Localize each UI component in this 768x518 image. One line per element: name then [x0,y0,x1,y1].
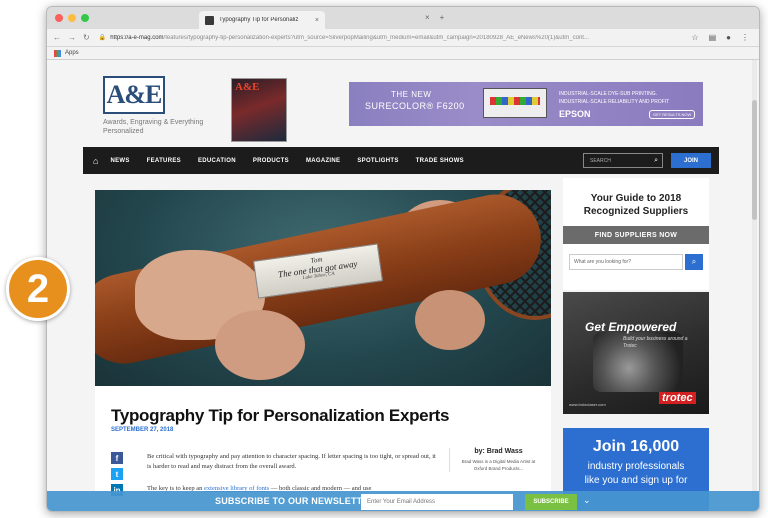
supplier-guide-line1: Your Guide to 2018 [590,193,682,204]
nav-item-trade-shows[interactable]: TRADE SHOWS [416,158,464,164]
trotec-ad[interactable]: Get Empowered Build your business around… [563,292,709,414]
address-bar[interactable]: 🔒 https://a-e-mag.com/features/typograph… [97,31,685,44]
step-number-badge: 2 [6,257,70,321]
hero-hand-bottom-right [415,290,485,350]
apps-bookmark-label[interactable]: Apps [65,50,79,56]
reload-icon[interactable]: ↻ [83,33,90,42]
supplier-guide-line2: Recognized Suppliers [583,206,689,217]
collapse-chevron-icon[interactable]: ⌄ [583,495,591,506]
join-promo-text: industry professionals like you and sign… [563,460,709,488]
article-title: Typography Tip for Personalization Exper… [111,406,450,425]
minimize-window-button[interactable] [68,14,76,22]
article-hero-image: Tom The one that got away Lake Tahoe, CA [95,190,551,386]
apps-grid-icon[interactable] [54,49,61,57]
join-promo-title: Join 16,000 [592,438,680,455]
lock-icon: 🔒 [98,35,107,41]
join-promo-line3: like you and sign up for [584,475,688,486]
magazine-cover-image[interactable]: A&E [231,78,287,142]
search-icon[interactable]: ⌕ [654,157,662,165]
tab-title: Typography Tip for Personaliz [219,17,299,23]
trotec-url: www.troteclaser.com [569,402,606,407]
printer-image [483,88,547,118]
site-logo[interactable]: A&E [103,76,165,114]
author-box: by: Brad Wass Brad Wass is a Digital Med… [449,448,539,472]
bookmark-star-icon[interactable]: ☆ [691,33,698,42]
supplier-search-input[interactable]: What are you looking for? [569,254,683,270]
epson-banner-ad[interactable]: THE NEW SURECOLOR® F6200 INDUSTRIAL-SCAL… [349,82,703,126]
newsletter-bar: SUBSCRIBE TO OUR NEWSLETTER Enter Your E… [47,491,759,511]
facebook-share-icon[interactable]: f [111,452,123,464]
browser-tab-active[interactable]: Typography Tip for Personaliz × [199,11,325,29]
nav-item-spotlights[interactable]: SPOTLIGHTS [357,158,398,164]
forward-arrow-icon[interactable]: → [68,33,76,42]
browser-window: Typography Tip for Personaliz × × + ← → … [46,6,760,512]
nav-item-products[interactable]: PRODUCTS [253,158,289,164]
screenshot-stage: Typography Tip for Personaliz × × + ← → … [0,0,768,518]
url-text: https://a-e-mag.com/features/typography-… [110,35,589,41]
ad-right-text: INDUSTRIAL-SCALE DYE-SUB PRINTING. INDUS… [559,91,670,105]
tab-search-icon[interactable]: × [425,13,430,22]
trotec-ad-title: Get Empowered [585,320,677,334]
social-share-bar: f t in [111,452,123,496]
zoom-window-button[interactable] [81,14,89,22]
newsletter-email-input[interactable]: Enter Your Email Address [361,494,513,510]
nav-item-education[interactable]: EDUCATION [198,158,236,164]
hero-hand-bottom [215,310,305,380]
browser-toolbar: ← → ↻ 🔒 https://a-e-mag.com/features/typ… [47,29,759,47]
supplier-search-icon[interactable]: ⌕ [685,254,703,270]
home-icon[interactable]: ⌂ [93,156,98,166]
twitter-share-icon[interactable]: t [111,468,123,480]
back-arrow-icon[interactable]: ← [53,33,61,42]
menu-kebab-icon[interactable]: ⋮ [741,33,749,42]
site-search-input[interactable]: SEARCH ⌕ [583,153,663,168]
join-promo-line2: industry professionals [587,461,685,472]
main-navigation: ⌂ NEWS FEATURES EDUCATION PRODUCTS MAGAZ… [83,147,719,174]
nav-item-features[interactable]: FEATURES [147,158,181,164]
trotec-logo: trotec [659,392,696,404]
site-tagline: Awards, Engraving & Everything Personali… [103,119,204,135]
new-tab-button[interactable]: + [440,13,445,22]
subscribe-button[interactable]: SUBSCRIBE [525,494,577,510]
tab-close-icon[interactable]: × [315,17,319,24]
join-button[interactable]: JOIN [671,153,711,168]
ad-cta-button[interactable]: GET RESULTS NOW [649,110,696,119]
close-window-button[interactable] [55,14,63,22]
ad-line2: SURECOLOR® F6200 [365,101,465,111]
article-paragraph-1: Be critical with typography and pay atte… [147,453,436,470]
article-date: SEPTEMBER 27, 2018 [111,427,174,433]
site-logo-text: A&E [106,80,163,109]
ad-brand: EPSON [559,109,591,119]
page-scrollbar-thumb[interactable] [752,100,757,220]
find-suppliers-button[interactable]: FIND SUPPLIERS NOW [563,226,709,244]
nav-item-news[interactable]: NEWS [110,158,129,164]
url-domain: https://a-e-mag.com [110,34,164,41]
window-controls [55,14,89,22]
nav-item-magazine[interactable]: MAGAZINE [306,158,340,164]
ad-line1: THE NEW [391,90,432,99]
newsletter-label: SUBSCRIBE TO OUR NEWSLETTER [215,496,376,506]
author-bio: Brad Wass is a Digital Media Artist at O… [461,459,536,471]
site-favicon-icon [205,15,214,25]
supplier-guide-title: Your Guide to 2018 Recognized Suppliers [563,192,709,218]
page-viewport: A&E Awards, Engraving & Everything Perso… [47,60,759,511]
magazine-cover-title: A&E [235,81,260,93]
site-search-placeholder: SEARCH [590,157,611,164]
step-number: 2 [26,267,50,311]
extensions-icon[interactable]: ▤ [709,33,717,42]
bookmarks-bar: Apps [47,47,759,60]
profile-icon[interactable]: ● [726,33,731,42]
author-byline[interactable]: by: Brad Wass [458,448,539,455]
supplier-guide-widget: Your Guide to 2018 Recognized Suppliers … [563,178,709,290]
browser-tab-bar: Typography Tip for Personaliz × × + [47,7,759,29]
trotec-ad-subtitle: Build your business around a Trotec [623,336,688,349]
tabbar-right: × + [425,13,444,22]
url-path: /features/typography-tip-personalization… [163,34,589,41]
toolbar-right-actions: ☆ ▤ ● ⋮ [691,33,753,42]
